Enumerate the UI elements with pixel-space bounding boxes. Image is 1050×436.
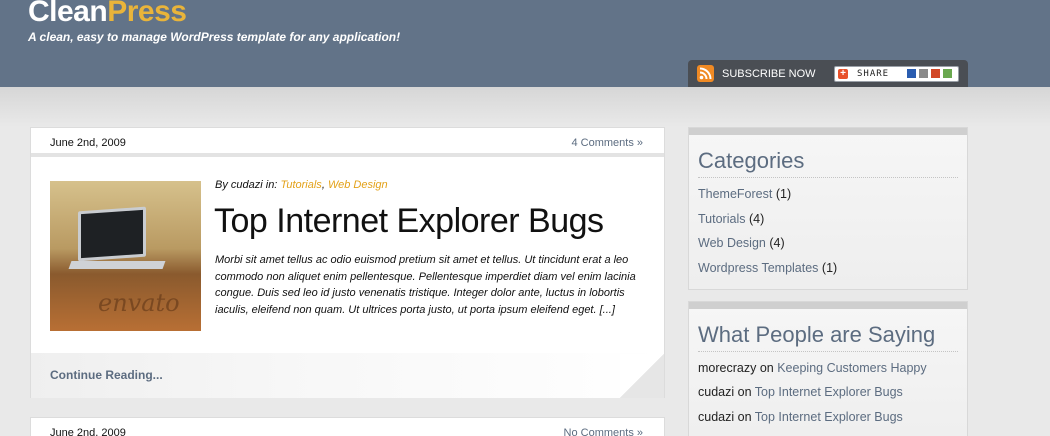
continue-reading-link[interactable]: Continue Reading... [50, 368, 163, 382]
widget-title: Categories [698, 148, 958, 178]
category-link[interactable]: Wordpress Templates [698, 261, 818, 275]
share-label: SHARE [857, 69, 890, 79]
windows-icon [943, 69, 952, 78]
category-count: (1) [775, 187, 792, 201]
laptop-screen [78, 206, 146, 262]
digg-icon [919, 69, 928, 78]
list-item: morecrazy on Keeping Customers Happy [698, 361, 927, 385]
laptop-base [68, 261, 166, 269]
delicious-icon [907, 69, 916, 78]
share-button[interactable]: + SHARE [834, 66, 959, 82]
comment-author: morecrazy [698, 361, 757, 375]
thumbnail-watermark: envato [98, 289, 180, 317]
category-count: (4) [769, 236, 785, 251]
plus-icon: + [838, 69, 848, 79]
post-meta: June 2nd, 2009 4 Comments » [31, 128, 664, 157]
post-title[interactable]: Top Internet Explorer Bugs [214, 202, 604, 241]
logo-press: Press [107, 0, 187, 28]
list-item: Tutorials (4) [698, 212, 837, 237]
recent-comments-widget: What People are Saying morecrazy on Keep… [688, 301, 968, 436]
widget-top-bar [689, 302, 967, 309]
comment-post-link[interactable]: Top Internet Explorer Bugs [755, 410, 903, 424]
list-item: cudazi on Top Internet Explorer Bugs [698, 410, 927, 434]
list-item: cudazi on Top Internet Explorer Bugs [698, 385, 927, 409]
byline-prefix: By cudazi in: [215, 179, 278, 191]
subscribe-bar: SUBSCRIBE NOW + SHARE [688, 60, 968, 87]
page-fold-corner [620, 354, 664, 398]
subscribe-link[interactable]: SUBSCRIBE NOW [722, 68, 816, 80]
comments-link[interactable]: No Comments » [564, 427, 643, 436]
category-link-web-design[interactable]: Web Design [328, 179, 388, 191]
post-thumbnail[interactable]: envato [50, 181, 201, 331]
post-card: June 2nd, 2009 4 Comments » envato By cu… [30, 127, 665, 398]
comment-post-link[interactable]: Top Internet Explorer Bugs [755, 385, 903, 399]
comments-link[interactable]: 4 Comments » [571, 137, 643, 149]
recent-comments-list: morecrazy on Keeping Customers Happy cud… [698, 361, 927, 434]
post-excerpt: Morbi sit amet tellus ac odio euismod pr… [215, 254, 636, 316]
comment-author: cudazi [698, 385, 735, 400]
list-item: Wordpress Templates (1) [698, 261, 837, 286]
category-link[interactable]: Tutorials [698, 212, 745, 226]
connector-text: on [737, 409, 752, 424]
widget-top-bar [689, 128, 967, 135]
post-byline: By cudazi in: Tutorials, Web Design [215, 179, 388, 191]
category-link[interactable]: Web Design [698, 236, 766, 250]
category-count: (1) [821, 261, 838, 276]
category-count: (4) [748, 211, 765, 226]
site-logo[interactable]: CleanPress [28, 0, 187, 30]
post-date: June 2nd, 2009 [50, 137, 126, 149]
category-link-tutorials[interactable]: Tutorials [280, 179, 321, 191]
site-tagline: A clean, easy to manage WordPress templa… [28, 30, 401, 44]
logo-clean: Clean [28, 0, 108, 28]
stumble-icon [931, 69, 940, 78]
continue-area: Continue Reading... [31, 353, 664, 398]
category-link[interactable]: ThemeForest [698, 187, 772, 201]
comment-post-link[interactable]: Keeping Customers Happy [777, 361, 926, 375]
header-shadow-band [0, 87, 1050, 127]
category-separator: , [321, 179, 325, 191]
connector-text: on [759, 361, 774, 375]
social-icons [907, 69, 957, 80]
post-meta: June 2nd, 2009 No Comments » [31, 418, 664, 436]
comment-author: cudazi [698, 409, 735, 424]
list-item: ThemeForest (1) [698, 187, 837, 212]
post-date: June 2nd, 2009 [50, 427, 126, 436]
category-list: ThemeForest (1) Tutorials (4) Web Design… [698, 187, 837, 286]
categories-widget: Categories ThemeForest (1) Tutorials (4)… [688, 127, 968, 290]
connector-text: on [737, 385, 752, 400]
rss-icon[interactable] [697, 65, 714, 82]
list-item: Web Design (4) [698, 236, 837, 261]
post-card: June 2nd, 2009 No Comments » [30, 417, 665, 436]
site-header: CleanPress A clean, easy to manage WordP… [0, 0, 1050, 87]
widget-title: What People are Saying [698, 322, 958, 352]
